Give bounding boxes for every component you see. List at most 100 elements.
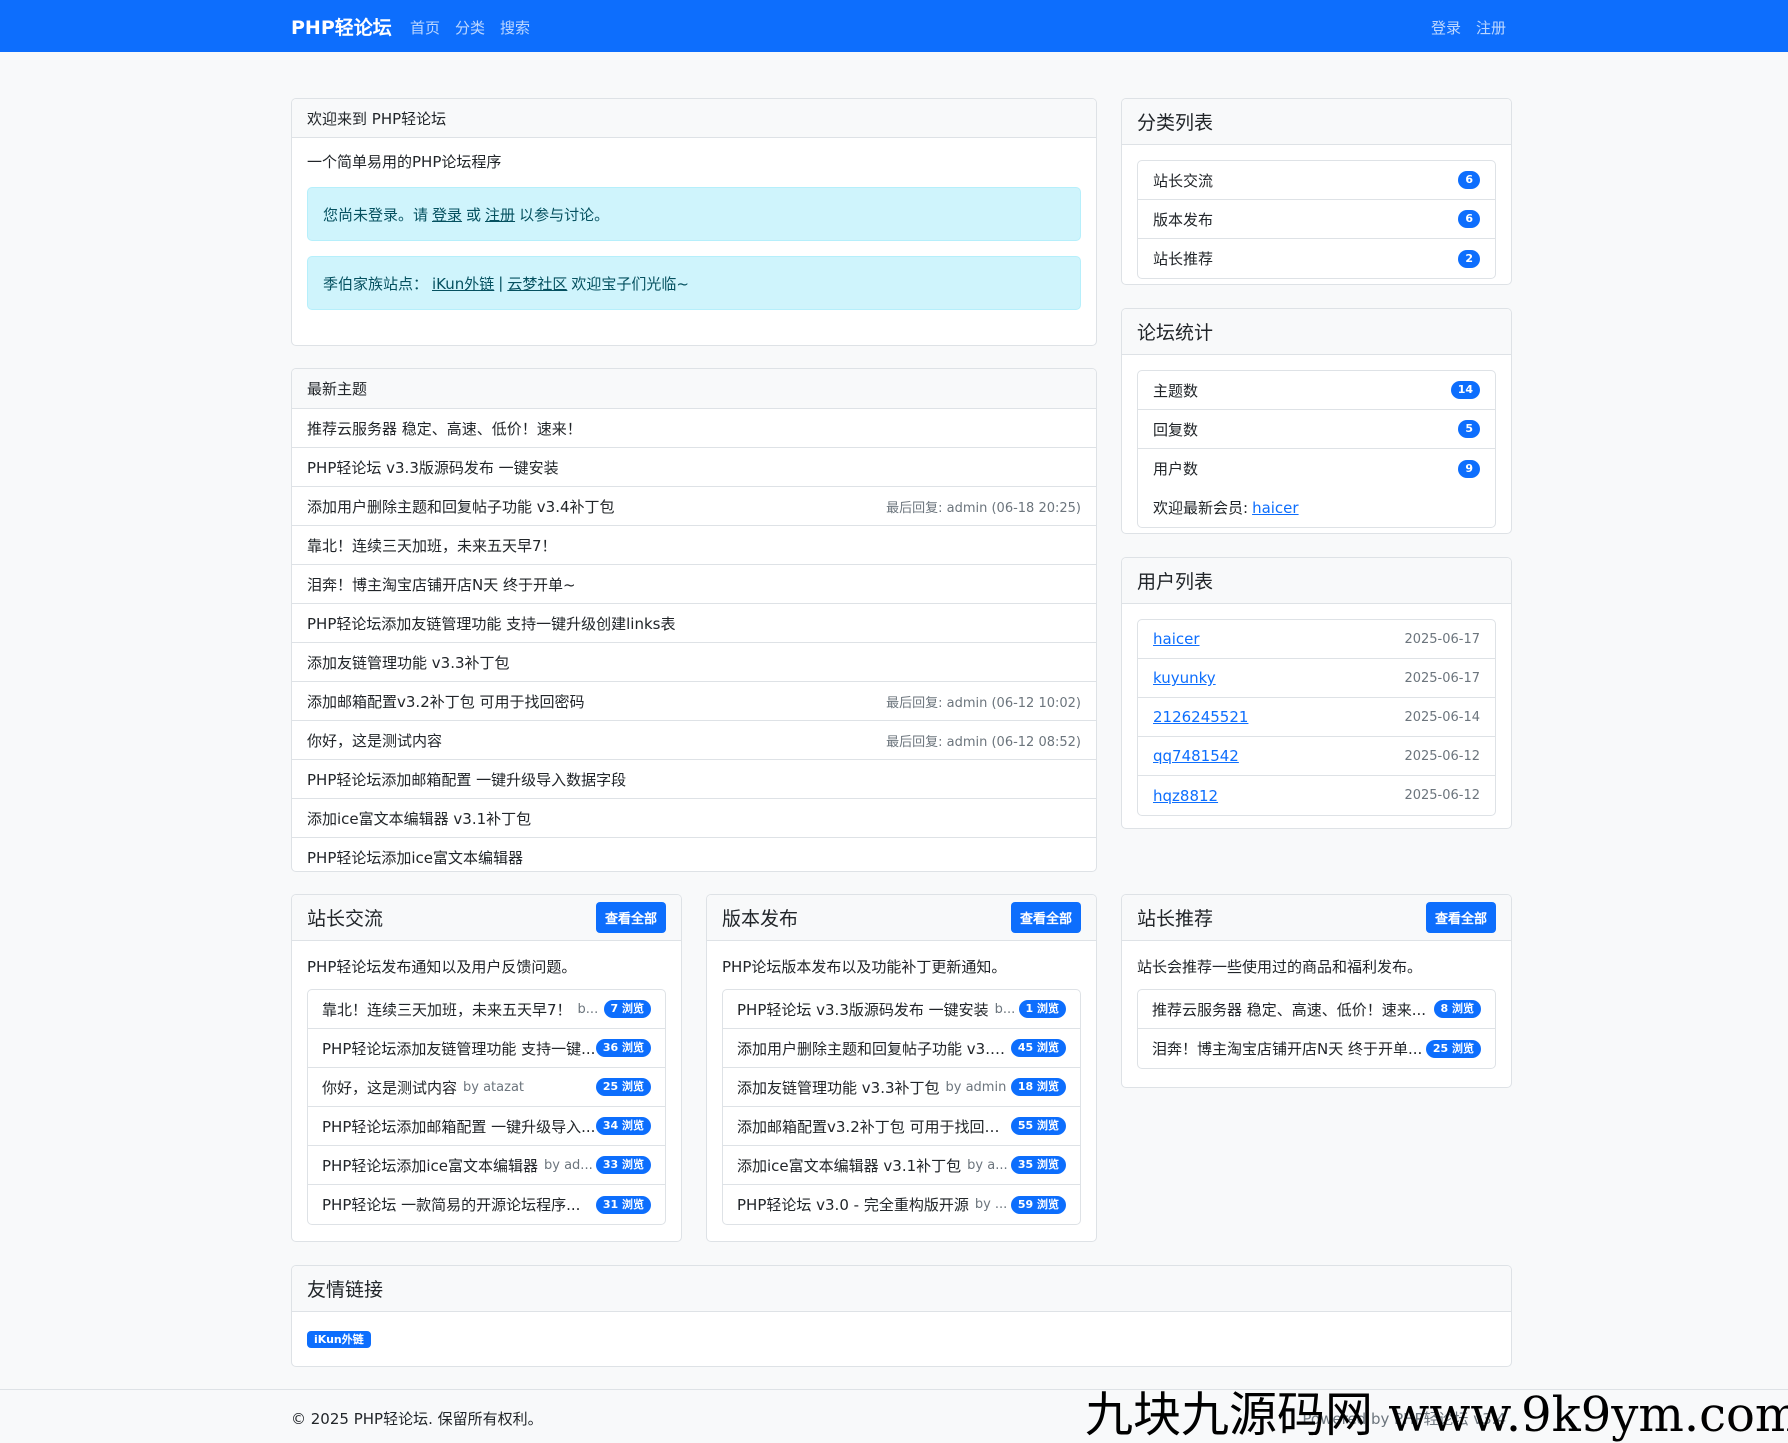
topic-link[interactable]: 泪奔！博主淘宝店铺开店N天 终于开单~ xyxy=(307,574,576,595)
category-item[interactable]: 站长推荐 2 xyxy=(1138,239,1495,278)
friend-link-ikun[interactable]: iKun外链 xyxy=(307,1331,371,1348)
views-badge: 34 浏览 xyxy=(595,1117,651,1135)
section-topic-title: 靠北！连续三天加班，未来五天早7！ xyxy=(322,1000,572,1019)
section-topic-row[interactable]: 推荐云服务器 稳定、高速、低价！速来... 8 浏览 xyxy=(1138,990,1495,1029)
ikun-link[interactable]: iKun外链 xyxy=(432,273,494,294)
section-topic-row[interactable]: 泪奔！博主淘宝店铺开店N天 终于开单... 25 浏览 xyxy=(1138,1029,1495,1068)
watermark: 九块九源码网 www.9k9ym.com xyxy=(1085,1387,1788,1443)
topic-last-reply: 最后回复: admin (06-12 10:02) xyxy=(886,695,1081,711)
topic-link[interactable]: 靠北！连续三天加班，未来五天早7！ xyxy=(307,535,557,556)
section-topic-title: PHP轻论坛添加友链管理功能 支持一键... xyxy=(322,1039,596,1058)
views-badge: 45 浏览 xyxy=(1010,1039,1066,1057)
topic-link[interactable]: 添加友链管理功能 v3.3补丁包 xyxy=(307,652,510,673)
views-badge: 25 浏览 xyxy=(595,1078,651,1096)
nav-search[interactable]: 搜索 xyxy=(500,17,530,38)
topic-link[interactable]: 添加ice富文本编辑器 v3.1补丁包 xyxy=(307,808,531,829)
category-item[interactable]: 版本发布 6 xyxy=(1138,200,1495,239)
alert-separator: | xyxy=(498,274,504,292)
section-header: 站长推荐 查看全部 xyxy=(1122,895,1511,941)
view-all-button[interactable]: 查看全部 xyxy=(1425,902,1496,933)
topic-link[interactable]: PHP轻论坛添加友链管理功能 支持一键升级创建links表 xyxy=(307,613,675,634)
topic-last-reply: 最后回复: admin (06-18 20:25) xyxy=(886,500,1081,516)
topic-row: 推荐云服务器 稳定、高速、低价！速来！ xyxy=(292,409,1096,448)
alert-text: 以参与讨论。 xyxy=(519,205,610,224)
user-link[interactable]: haicer xyxy=(1153,630,1200,648)
section-topic-title: 添加用户删除主题和回复帖子功能 v3.4... xyxy=(737,1039,1011,1058)
friend-links-header: 友情链接 xyxy=(292,1266,1511,1312)
section-card-webmaster: 站长交流 查看全部 PHP轻论坛发布通知以及用户反馈问题。 靠北！连续三天加班，未来五… xyxy=(291,894,682,1242)
user-item: hqz8812 2025-06-12 xyxy=(1138,776,1495,815)
topic-last-reply: 最后回复: admin (06-12 08:52) xyxy=(886,734,1081,750)
section-topic-row[interactable]: 添加ice富文本编辑器 v3.1补丁包 by a... 35 浏览 xyxy=(723,1146,1080,1185)
topic-link[interactable]: 添加用户删除主题和回复帖子功能 v3.4补丁包 xyxy=(307,496,615,517)
user-link[interactable]: kuyunky xyxy=(1153,669,1216,687)
topic-row: PHP轻论坛 v3.3版源码发布 一键安装 xyxy=(292,448,1096,487)
friend-links-card: 友情链接 iKun外链 xyxy=(291,1265,1512,1367)
section-topic-row[interactable]: PHP轻论坛 v3.3版源码发布 一键安装 b... 1 浏览 xyxy=(723,990,1080,1029)
user-item: 2126245521 2025-06-14 xyxy=(1138,698,1495,737)
stat-count-badge: 9 xyxy=(1458,459,1480,478)
login-alert: 您尚未登录。请 登录 或 注册 以参与讨论。 xyxy=(307,187,1081,241)
section-topic-author: b... xyxy=(994,1001,1016,1017)
nav-login[interactable]: 登录 xyxy=(1431,17,1461,38)
newest-member: 欢迎最新会员: haicer xyxy=(1138,488,1495,527)
user-link[interactable]: 2126245521 xyxy=(1153,708,1248,726)
welcome-desc: 一个简单易用的PHP论坛程序 xyxy=(307,153,502,171)
alert-text: 您尚未登录。请 xyxy=(323,205,429,224)
yunmeng-link[interactable]: 云梦社区 xyxy=(507,273,567,294)
section-topic-row[interactable]: 添加用户删除主题和回复帖子功能 v3.4... 45 浏览 xyxy=(723,1029,1080,1068)
section-topic-row[interactable]: PHP轻论坛添加ice富文本编辑器 by ad... 33 浏览 xyxy=(308,1146,665,1185)
topic-link[interactable]: PHP轻论坛添加邮箱配置 一键升级导入数据字段 xyxy=(307,769,626,790)
user-join-date: 2025-06-12 xyxy=(1404,748,1480,764)
alert-login-link[interactable]: 登录 xyxy=(432,204,462,225)
nav-categories[interactable]: 分类 xyxy=(455,17,485,38)
user-item: kuyunky 2025-06-17 xyxy=(1138,659,1495,698)
section-topic-row[interactable]: PHP轻论坛 一款简易的开源论坛程序... 31 浏览 xyxy=(308,1185,665,1224)
nav-register[interactable]: 注册 xyxy=(1476,17,1506,38)
topic-row: 添加邮箱配置v3.2补丁包 可用于找回密码 最后回复: admin (06-12 … xyxy=(292,682,1096,721)
section-topic-row[interactable]: 靠北！连续三天加班，未来五天早7！ b... 7 浏览 xyxy=(308,990,665,1029)
stat-count-badge: 14 xyxy=(1450,381,1480,399)
topic-link[interactable]: 你好，这是测试内容 xyxy=(307,730,442,751)
section-title: 站长推荐 xyxy=(1137,908,1214,930)
view-all-button[interactable]: 查看全部 xyxy=(595,902,666,933)
section-topic-row[interactable]: 添加邮箱配置v3.2补丁包 可用于找回密... 55 浏览 xyxy=(723,1107,1080,1146)
users-header: 用户列表 xyxy=(1122,558,1511,604)
stats-card: 论坛统计 主题数 14 回复数 5 用户数 9 欢迎最新会员: haicer xyxy=(1121,308,1512,534)
user-link[interactable]: hqz8812 xyxy=(1153,787,1218,805)
section-desc: 站长会推荐一些使用过的商品和福利发布。 xyxy=(1137,958,1423,976)
stat-item: 回复数 5 xyxy=(1138,410,1495,449)
newest-member-link[interactable]: haicer xyxy=(1252,499,1299,517)
latest-topics-card: 最新主题 推荐云服务器 稳定、高速、低价！速来！ PHP轻论坛 v3.3版源码发布… xyxy=(291,368,1097,872)
section-topic-row[interactable]: PHP轻论坛 v3.0 - 完全重构版开源 by ... 59 浏览 xyxy=(723,1185,1080,1224)
topic-link[interactable]: PHP轻论坛 v3.3版源码发布 一键安装 xyxy=(307,457,559,478)
latest-topics-list: 推荐云服务器 稳定、高速、低价！速来！ PHP轻论坛 v3.3版源码发布 一键安装… xyxy=(292,409,1096,871)
views-badge: 35 浏览 xyxy=(1010,1156,1066,1174)
view-all-button[interactable]: 查看全部 xyxy=(1010,902,1081,933)
latest-topics-header: 最新主题 xyxy=(292,369,1096,409)
alert-register-link[interactable]: 注册 xyxy=(485,204,515,225)
section-desc: PHP论坛版本发布以及功能补丁更新通知。 xyxy=(722,958,1007,976)
stat-item: 主题数 14 xyxy=(1138,371,1495,410)
section-topic-row[interactable]: PHP轻论坛添加友链管理功能 支持一键... 36 浏览 xyxy=(308,1029,665,1068)
stat-name: 回复数 xyxy=(1153,420,1199,439)
topic-link[interactable]: 推荐云服务器 稳定、高速、低价！速来！ xyxy=(307,418,582,439)
section-topic-row[interactable]: 添加友链管理功能 v3.3补丁包 by admin 18 浏览 xyxy=(723,1068,1080,1107)
brand-logo[interactable]: PHP轻论坛 xyxy=(291,13,392,40)
section-topic-row[interactable]: PHP轻论坛添加邮箱配置 一键升级导入... 34 浏览 xyxy=(308,1107,665,1146)
topic-link[interactable]: PHP轻论坛添加ice富文本编辑器 xyxy=(307,847,523,868)
section-topic-title: 推荐云服务器 稳定、高速、低价！速来... xyxy=(1152,1000,1427,1019)
section-topic-title: 你好，这是测试内容 xyxy=(322,1078,458,1097)
section-topic-author: by admin xyxy=(945,1079,1007,1095)
stat-name: 主题数 xyxy=(1153,381,1199,400)
section-topic-list: 靠北！连续三天加班，未来五天早7！ b... 7 浏览 PHP轻论坛添加友链管理功能 … xyxy=(307,989,666,1225)
newest-member-label: 欢迎最新会员: xyxy=(1153,499,1249,517)
views-badge: 33 浏览 xyxy=(595,1156,651,1174)
section-topic-row[interactable]: 你好，这是测试内容 by atazat 25 浏览 xyxy=(308,1068,665,1107)
category-item[interactable]: 站长交流 6 xyxy=(1138,161,1495,200)
section-card-recommend: 站长推荐 查看全部站长会推荐一些使用过的商品和福利发布。推荐云服务器 稳定、高速、… xyxy=(1121,894,1512,1088)
user-link[interactable]: qq7481542 xyxy=(1153,747,1239,765)
nav-home[interactable]: 首页 xyxy=(410,17,440,38)
topic-link[interactable]: 添加邮箱配置v3.2补丁包 可用于找回密码 xyxy=(307,691,585,712)
section-topic-title: PHP轻论坛添加ice富文本编辑器 xyxy=(322,1156,539,1175)
